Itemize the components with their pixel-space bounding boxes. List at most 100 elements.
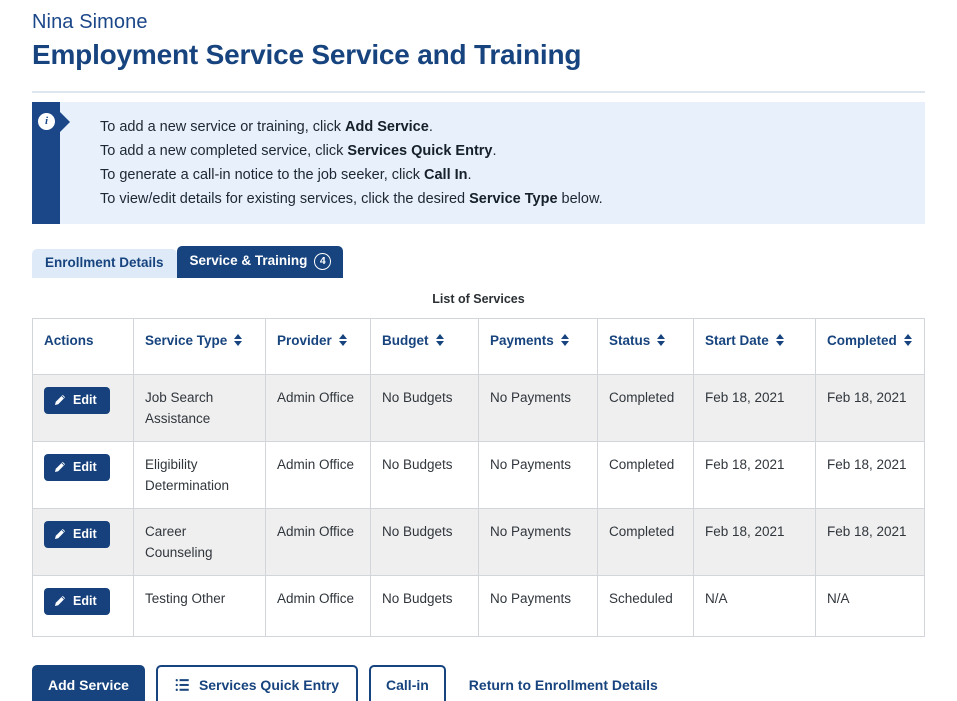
edit-button-label: Edit bbox=[73, 392, 97, 407]
edit-button-label: Edit bbox=[73, 459, 97, 474]
return-to-enrollment-details-link[interactable]: Return to Enrollment Details bbox=[469, 677, 658, 693]
column-header-provider[interactable]: Provider bbox=[265, 317, 371, 375]
cell-start-date: Feb 18, 2021 bbox=[693, 440, 816, 509]
column-header-service-type[interactable]: Service Type bbox=[133, 317, 266, 375]
cell-service-type[interactable]: Job Search Assistance bbox=[133, 373, 266, 442]
column-header-budget[interactable]: Budget bbox=[370, 317, 479, 375]
cell-service-type[interactable]: Eligibility Determination bbox=[133, 440, 266, 509]
edit-button[interactable]: Edit bbox=[44, 386, 110, 414]
sort-arrows-icon[interactable] bbox=[560, 334, 569, 347]
page-root: Nina Simone Employment Service Service a… bbox=[0, 0, 957, 701]
column-header-payments[interactable]: Payments bbox=[478, 317, 598, 375]
column-header-status[interactable]: Status bbox=[597, 317, 694, 375]
cell-actions: Edit bbox=[32, 507, 134, 576]
pencil-icon bbox=[54, 462, 66, 473]
info-arrow-icon bbox=[60, 111, 70, 132]
cell-actions: Edit bbox=[32, 574, 134, 637]
pencil-icon bbox=[54, 395, 66, 406]
info-banner-line: To add a new service or training, click … bbox=[100, 115, 907, 139]
cell-provider: Admin Office bbox=[265, 507, 371, 576]
sort-arrows-icon[interactable] bbox=[903, 334, 912, 347]
tab-count-badge: 4 bbox=[314, 252, 332, 270]
tab-label: Service & Training bbox=[189, 253, 308, 269]
info-line-prefix: To add a new service or training, click bbox=[100, 118, 345, 135]
info-line-suffix: below. bbox=[557, 190, 603, 207]
cell-completed: Feb 18, 2021 bbox=[815, 507, 925, 576]
sort-arrows-icon[interactable] bbox=[338, 334, 347, 347]
info-banner: i To add a new service or training, clic… bbox=[32, 101, 925, 224]
cell-budget: No Budgets bbox=[370, 507, 479, 576]
info-banner-line: To generate a call-in notice to the job … bbox=[100, 163, 907, 187]
info-line-prefix: To add a new completed service, click bbox=[100, 142, 348, 159]
footer-actions: Add Service Services Quick Entry Call-in… bbox=[32, 664, 925, 701]
info-line-suffix: . bbox=[467, 166, 472, 183]
cell-payments: No Payments bbox=[478, 440, 598, 509]
cell-start-date: Feb 18, 2021 bbox=[693, 373, 816, 442]
info-line-suffix: . bbox=[492, 142, 497, 159]
edit-button[interactable]: Edit bbox=[44, 453, 110, 481]
info-line-suffix: . bbox=[428, 118, 433, 135]
info-line-emphasis: Services Quick Entry bbox=[347, 142, 493, 159]
services-table-body: Edit Job Search Assistance Admin Office No … bbox=[32, 373, 925, 637]
info-line-emphasis: Add Service bbox=[345, 118, 429, 135]
cell-status: Completed bbox=[597, 440, 694, 509]
cell-completed: N/A bbox=[815, 574, 925, 637]
tab-label: Enrollment Details bbox=[45, 254, 164, 270]
sort-arrows-icon[interactable] bbox=[435, 334, 444, 347]
edit-button-label: Edit bbox=[73, 593, 97, 608]
tab-enrollment-details[interactable]: Enrollment Details bbox=[32, 248, 177, 278]
cell-payments: No Payments bbox=[478, 507, 598, 576]
info-line-prefix: To view/edit details for existing servic… bbox=[100, 190, 470, 207]
column-header-completed[interactable]: Completed bbox=[815, 317, 925, 375]
column-header-label: Completed bbox=[827, 332, 897, 348]
edit-button[interactable]: Edit bbox=[44, 520, 110, 548]
column-header-label: Budget bbox=[382, 332, 429, 348]
call-in-label: Call-in bbox=[386, 676, 429, 693]
info-banner-accent-bar: i bbox=[32, 101, 70, 224]
cell-service-type[interactable]: Testing Other bbox=[133, 574, 266, 637]
pencil-icon bbox=[54, 529, 66, 540]
cell-provider: Admin Office bbox=[265, 373, 371, 442]
column-header-start-date[interactable]: Start Date bbox=[693, 317, 816, 375]
cell-provider: Admin Office bbox=[265, 574, 371, 637]
services-quick-entry-button[interactable]: Services Quick Entry bbox=[155, 664, 359, 701]
cell-actions: Edit bbox=[32, 373, 134, 442]
call-in-button[interactable]: Call-in bbox=[369, 664, 446, 701]
table-row: Edit Testing Other Admin Office No Budgets N… bbox=[32, 574, 925, 637]
cell-service-type[interactable]: Career Counseling bbox=[133, 507, 266, 576]
info-banner-text: To add a new service or training, click … bbox=[60, 102, 925, 224]
sort-arrows-icon[interactable] bbox=[657, 334, 666, 347]
tab-service-training[interactable]: Service & Training 4 bbox=[176, 245, 344, 278]
column-header-label: Provider bbox=[277, 332, 332, 348]
sort-arrows-icon[interactable] bbox=[234, 334, 243, 347]
cell-budget: No Budgets bbox=[370, 440, 479, 509]
table-caption: List of Services bbox=[432, 291, 525, 306]
page-title: Employment Service Service and Training bbox=[32, 39, 582, 70]
column-header-label: Payments bbox=[490, 332, 554, 348]
services-table: Actions Service Type Provider Budget Payment… bbox=[32, 317, 925, 637]
cell-status: Completed bbox=[597, 507, 694, 576]
sort-arrows-icon[interactable] bbox=[775, 334, 784, 347]
add-service-button[interactable]: Add Service bbox=[32, 664, 145, 701]
info-banner-line: To add a new completed service, click Se… bbox=[100, 139, 907, 163]
edit-button[interactable]: Edit bbox=[44, 587, 110, 615]
column-header-label: Service Type bbox=[145, 332, 228, 348]
column-header-actions: Actions bbox=[32, 317, 134, 375]
cell-budget: No Budgets bbox=[370, 373, 479, 442]
pencil-icon bbox=[54, 596, 66, 607]
cell-start-date: Feb 18, 2021 bbox=[693, 507, 816, 576]
info-circle-icon: i bbox=[38, 112, 55, 130]
table-row: Edit Eligibility Determination Admin Offic… bbox=[32, 440, 925, 509]
cell-actions: Edit bbox=[32, 440, 134, 509]
cell-status: Completed bbox=[597, 373, 694, 442]
services-quick-entry-label: Services Quick Entry bbox=[198, 676, 340, 693]
column-header-label: Start Date bbox=[705, 332, 769, 348]
list-icon bbox=[175, 679, 189, 692]
tab-bar: Enrollment Details Service & Training 4 bbox=[32, 245, 925, 278]
cell-start-date: N/A bbox=[693, 574, 816, 637]
table-header-row: Actions Service Type Provider Budget Payment… bbox=[32, 317, 925, 375]
info-line-prefix: To generate a call-in notice to the job … bbox=[100, 166, 425, 183]
info-banner-line: To view/edit details for existing servic… bbox=[100, 187, 907, 211]
column-header-label: Actions bbox=[44, 332, 94, 348]
title-divider bbox=[32, 90, 925, 93]
